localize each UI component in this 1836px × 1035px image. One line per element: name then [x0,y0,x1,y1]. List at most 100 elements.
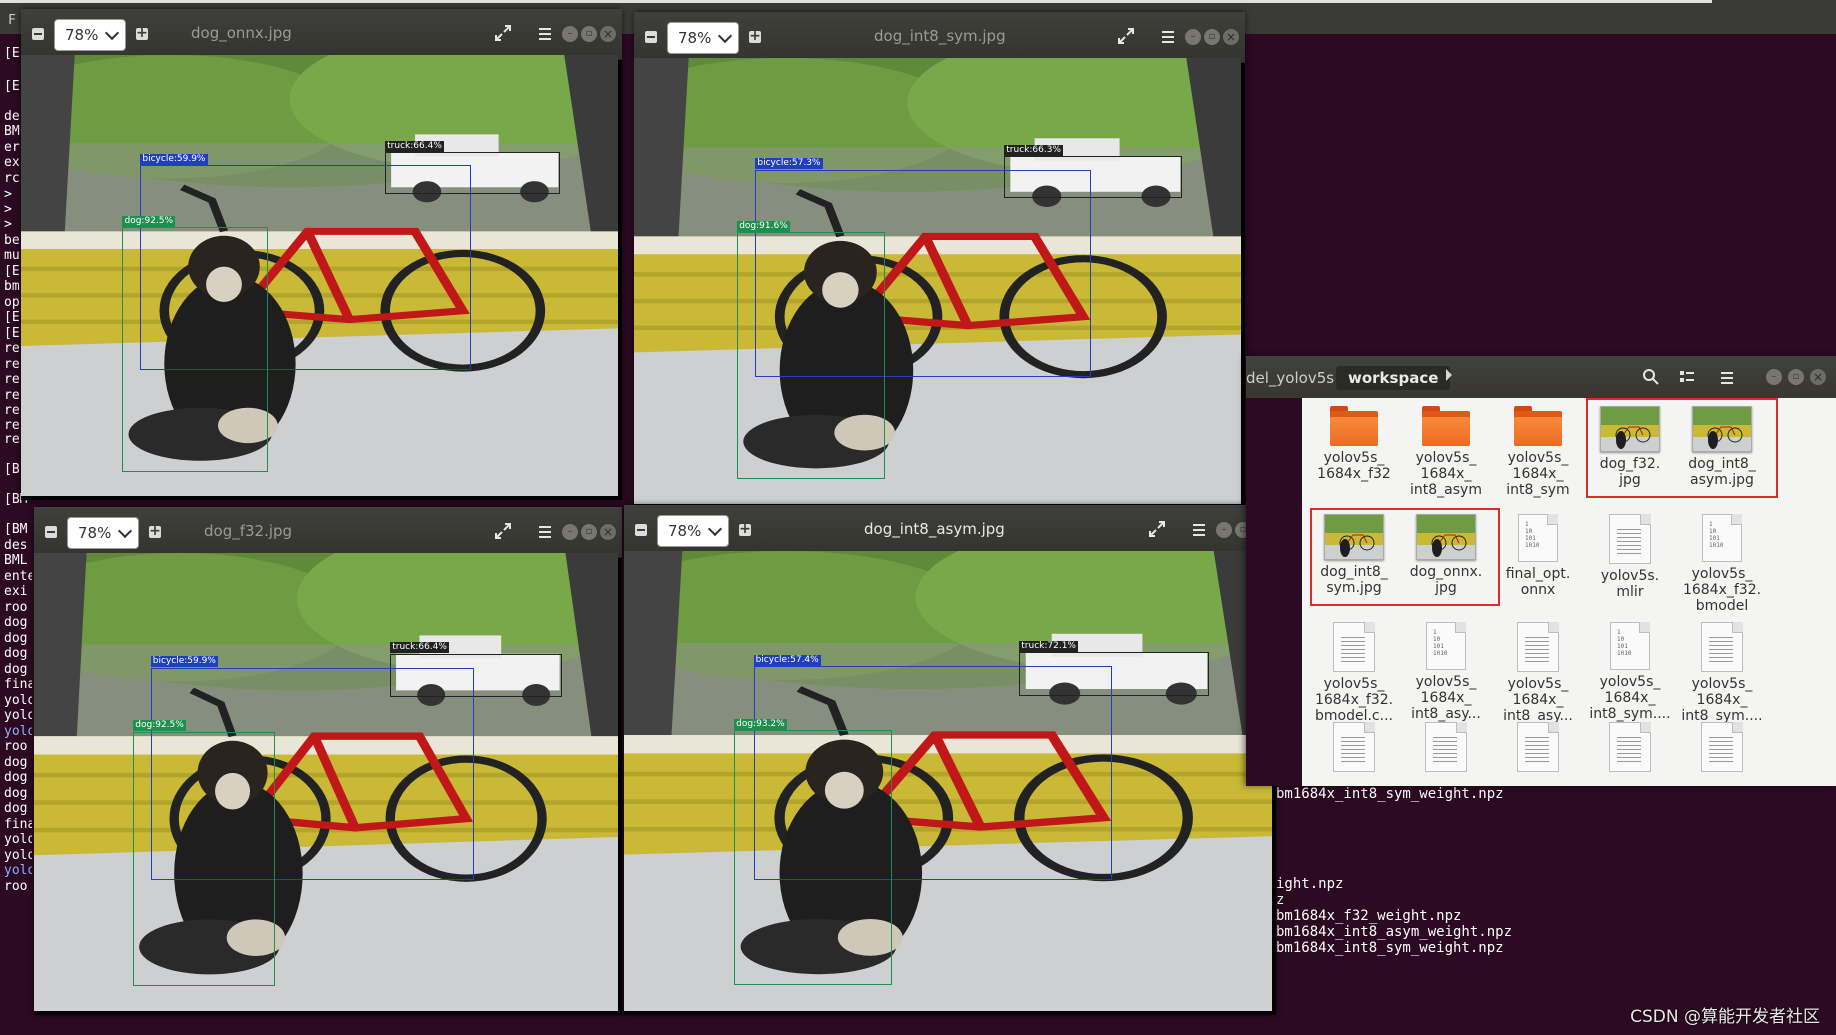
zoom-out-button[interactable] [25,21,51,47]
menu-icon[interactable] [1716,367,1738,389]
terminal-line-fragment: yolo [4,724,32,739]
terminal-line-fragment: [BM [4,522,28,537]
zoom-in-button[interactable] [742,23,768,50]
file-name: yolov5s_ 1684x_f32. bmodel [1682,566,1762,614]
terminal-menu-fragment: F [8,13,16,28]
terminal-line-fragment: yolo [4,848,32,863]
text-file-icon [1425,722,1467,772]
file-item[interactable] [1400,722,1492,772]
zoom-select[interactable]: 78% [657,515,729,547]
file-item[interactable]: yolov5s_ 1684x_f32. bmodel.c... [1308,622,1400,724]
maximize-icon[interactable] [581,26,597,42]
maximize-icon[interactable] [1204,29,1220,45]
fullscreen-icon[interactable] [1115,25,1137,47]
menu-icon[interactable] [534,521,556,543]
image-canvas[interactable]: truck:66.4% bicycle:59.9% dog:92.5% [34,553,618,1011]
text-file-icon [1517,722,1559,772]
zoom-select[interactable]: 78% [667,22,739,54]
breadcrumb-forward-icon[interactable] [1446,369,1452,381]
terminal-line-fragment: dog [4,615,28,630]
zoom-in-button[interactable] [142,518,168,545]
terminal-line-fragment: roo [4,600,28,615]
highlight-box-sym-onnx [1310,508,1500,606]
file-manager-sidebar [1246,398,1302,786]
image-canvas[interactable]: truck:66.4% bicycle:59.9% dog:92.5% [21,55,618,496]
minimize-icon[interactable] [1216,522,1232,538]
binary-file-icon: 1 10 101 1010 [1518,514,1558,562]
file-item[interactable]: 1 10 101 1010 yolov5s_ 1684x_f32. bmodel [1676,514,1768,614]
minimize-icon[interactable] [1766,369,1782,385]
terminal-line-fragment: dog [4,770,28,785]
close-icon[interactable] [1810,369,1826,385]
detection-label: dog:93.2% [734,718,787,730]
image-canvas[interactable]: truck:72.1% bicycle:57.4% dog:93.2% [624,551,1272,1011]
text-file-icon [1517,622,1559,672]
binary-file-icon: 1 10 101 1010 [1426,622,1466,670]
detection-label: truck:66.4% [385,140,444,152]
file-item[interactable]: yolov5s_ 1684x_ int8_sym.... [1676,622,1768,724]
file-item[interactable]: yolov5s_ 1684x_ int8_asy... [1492,622,1584,724]
file-name: yolov5s_ 1684x_ int8_asy... [1411,674,1481,722]
zoom-value: 78% [678,29,712,47]
minimize-icon[interactable] [562,524,578,540]
fullscreen-icon[interactable] [492,520,514,542]
terminal-line-fragment: fina [4,677,32,692]
file-item[interactable]: yolov5s_ 1684x_f32 [1308,406,1400,482]
viewer-title: dog_onnx.jpg [191,24,292,42]
zoom-select[interactable]: 78% [67,517,139,549]
menu-icon[interactable] [1188,519,1210,541]
zoom-out-button[interactable] [38,519,64,545]
minimize-icon[interactable] [1185,29,1201,45]
fullscreen-icon[interactable] [1146,518,1168,540]
close-icon[interactable] [600,26,616,42]
terminal-line-fragment: BML [4,553,28,568]
chevron-down-icon [117,523,133,539]
highlight-box-f32-asym [1586,398,1778,498]
detection-box [737,231,885,480]
fullscreen-icon[interactable] [492,22,514,44]
maximize-icon[interactable] [581,524,597,540]
file-item[interactable] [1492,722,1584,772]
file-item[interactable]: 1 10 101 1010 final_opt. onnx [1492,514,1584,598]
zoom-out-button[interactable] [638,24,664,50]
breadcrumb-parent[interactable]: del_yolov5s [1246,366,1334,390]
terminal-line-fragment: roo [4,739,28,754]
breadcrumb-current[interactable]: workspace [1336,366,1451,390]
file-item[interactable]: 1 10 101 1010 yolov5s_ 1684x_ int8_asy... [1400,622,1492,722]
viewer-title: dog_f32.jpg [204,522,293,540]
detection-label: truck:72.1% [1019,640,1078,652]
file-name: yolov5s_ 1684x_ int8_sym [1506,450,1570,498]
terminal-line-fragment: exi [4,584,28,599]
zoom-select[interactable]: 78% [54,19,126,51]
zoom-in-button[interactable] [129,20,155,47]
file-item[interactable] [1584,722,1676,772]
file-item[interactable]: 1 10 101 1010 yolov5s_ 1684x_ int8_sym.... [1584,622,1676,722]
search-icon[interactable] [1642,368,1660,386]
maximize-icon[interactable] [1788,369,1804,385]
terminal-line: bm1684x_int8_asym_weight.npz [1276,924,1513,940]
file-item[interactable]: yolov5s_ 1684x_ int8_sym [1492,406,1584,498]
menu-icon[interactable] [534,23,556,45]
menu-icon[interactable] [1157,26,1179,48]
file-item[interactable]: yolov5s_ 1684x_ int8_asym [1400,406,1492,498]
view-list-icon[interactable] [1679,369,1695,385]
image-canvas[interactable]: truck:66.3% bicycle:57.3% dog:91.6% [634,58,1241,504]
terminal-line: ight.npz [1276,876,1344,892]
file-item[interactable] [1308,722,1400,772]
close-icon[interactable] [600,524,616,540]
watermark: CSDN @算能开发者社区 [1630,1007,1820,1027]
minimize-icon[interactable] [562,26,578,42]
terminal-line-fragment: dog [4,662,28,677]
detection-label: dog:92.5% [122,215,176,227]
file-item[interactable] [1676,722,1768,772]
detection-label: truck:66.4% [390,642,449,654]
zoom-value: 78% [668,522,702,540]
file-item[interactable]: yolov5s. mlir [1584,514,1676,600]
zoom-out-button[interactable] [628,517,654,543]
file-manager-window: del_yolov5s workspace yolov5s_1684x_f32y… [1246,356,1836,786]
file-name: final_opt. onnx [1505,566,1571,598]
file-name: yolov5s_ 1684x_ int8_asy... [1503,676,1573,724]
zoom-in-button[interactable] [732,516,758,543]
close-icon[interactable] [1223,29,1239,45]
chevron-down-icon [707,521,723,537]
